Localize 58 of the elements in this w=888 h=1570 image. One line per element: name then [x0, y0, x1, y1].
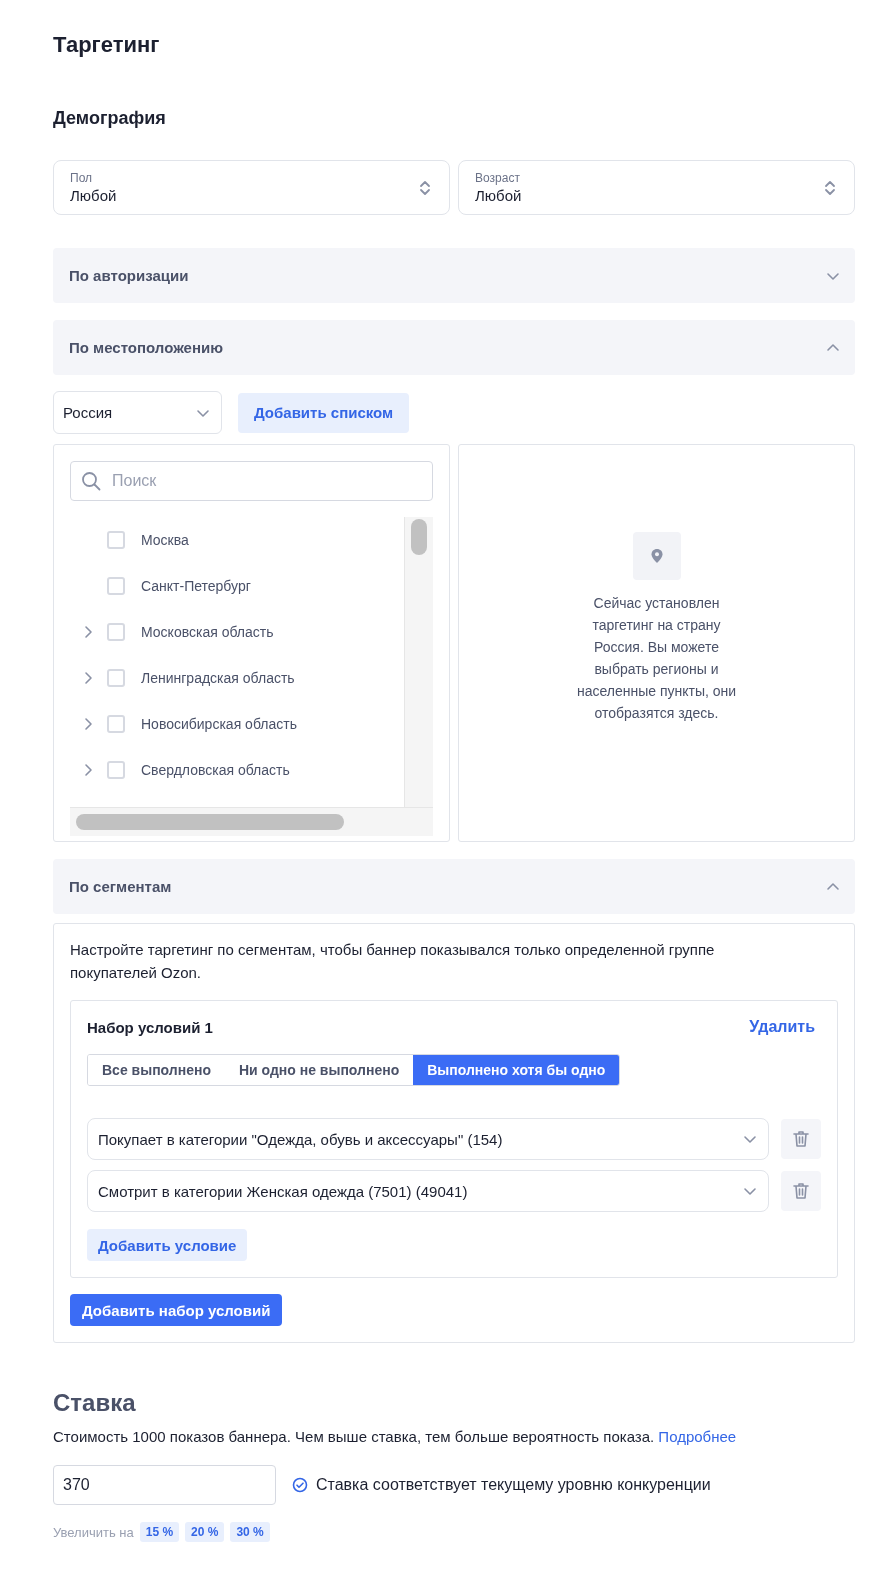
region-label: Ленинградская область — [141, 670, 295, 686]
condition-select[interactable]: Покупает в категории "Одежда, обувь и аксессуары" (154) — [87, 1118, 769, 1160]
region-label: Московская область — [141, 624, 274, 640]
check-circle-icon — [292, 1477, 308, 1493]
more-link[interactable]: Подробнее — [658, 1428, 737, 1445]
country-select[interactable]: Россия — [53, 391, 222, 434]
section-title: По местоположению — [69, 339, 224, 356]
checkbox[interactable] — [107, 577, 125, 595]
page-title: Таргетинг — [53, 31, 161, 59]
condition-select[interactable]: Смотрит в категории Женская одежда (7501) (49041) — [87, 1170, 769, 1212]
delete-button[interactable] — [781, 1171, 821, 1211]
section-header[interactable]: По авторизации — [53, 248, 855, 303]
section-heading: Демография — [53, 107, 167, 130]
add-set-button[interactable]: Добавить набор условий — [70, 1294, 283, 1326]
region-label: Москва — [141, 532, 189, 548]
add-list-button[interactable]: Добавить списком — [238, 392, 410, 433]
bid-status: Ставка соответствует текущему уровню конкуренции — [316, 1476, 711, 1494]
bid-description: Стоимость 1000 показов баннера. Чем выше ставка, тем больше вероятность показа. Подробнее — [53, 1427, 738, 1447]
section-header[interactable]: По местоположению — [53, 320, 855, 375]
field-value: Любой — [475, 185, 522, 206]
trash-icon — [791, 1129, 811, 1149]
pin-icon — [632, 532, 681, 580]
select-field[interactable]: Возраст Любой — [458, 160, 855, 215]
field-value: Любой — [70, 185, 117, 206]
bid-input[interactable]: 370 — [53, 1465, 276, 1505]
segments-description: Настройте таргетинг по сегментам, чтобы баннер показывался только определенной группе покупателей Ozon. — [70, 940, 716, 983]
section-title: По сегментам — [69, 878, 172, 895]
search-field[interactable]: Поиск — [70, 461, 433, 501]
checkbox[interactable] — [107, 715, 125, 733]
bid-title: Ставка — [53, 1388, 137, 1418]
delete-link[interactable]: Удалить — [749, 1018, 815, 1036]
scrollbar[interactable] — [70, 807, 433, 836]
condition-set-title: Набор условий 1 — [87, 1018, 213, 1036]
field-label: Возраст — [475, 169, 520, 186]
increase-label: Увеличить на — [53, 1524, 134, 1540]
up-down-icon — [417, 179, 433, 196]
trash-icon — [791, 1181, 811, 1201]
mode-tab[interactable]: Выполнено хотя бы одно — [413, 1055, 620, 1085]
up-down-icon — [822, 179, 838, 196]
empty-note: Сейчас установлен таргетинг на страну Россия. Вы можете выбрать регионы и населенные пункты, они отобразятся здесь. — [575, 594, 738, 723]
section-title: По авторизации — [69, 267, 189, 284]
checkbox[interactable] — [107, 623, 125, 641]
region-label: Новосибирская область — [141, 716, 297, 732]
search-icon — [81, 471, 101, 491]
increase-chip[interactable]: 20 % — [185, 1522, 225, 1542]
section-header[interactable]: По сегментам — [53, 859, 855, 914]
checkbox[interactable] — [107, 761, 125, 779]
increase-chip[interactable]: 30 % — [230, 1522, 270, 1542]
increase-chip[interactable]: 15 % — [139, 1522, 180, 1542]
checkbox[interactable] — [107, 531, 125, 549]
select-field[interactable]: Пол Любой — [53, 160, 450, 215]
checkbox[interactable] — [107, 669, 125, 687]
region-label: Свердловская область — [141, 762, 290, 778]
scrollbar[interactable] — [404, 517, 433, 807]
delete-button[interactable] — [781, 1119, 821, 1159]
field-label: Пол — [70, 169, 93, 186]
region-label: Санкт-Петербург — [141, 578, 251, 594]
add-condition-button[interactable]: Добавить условие — [87, 1229, 248, 1261]
